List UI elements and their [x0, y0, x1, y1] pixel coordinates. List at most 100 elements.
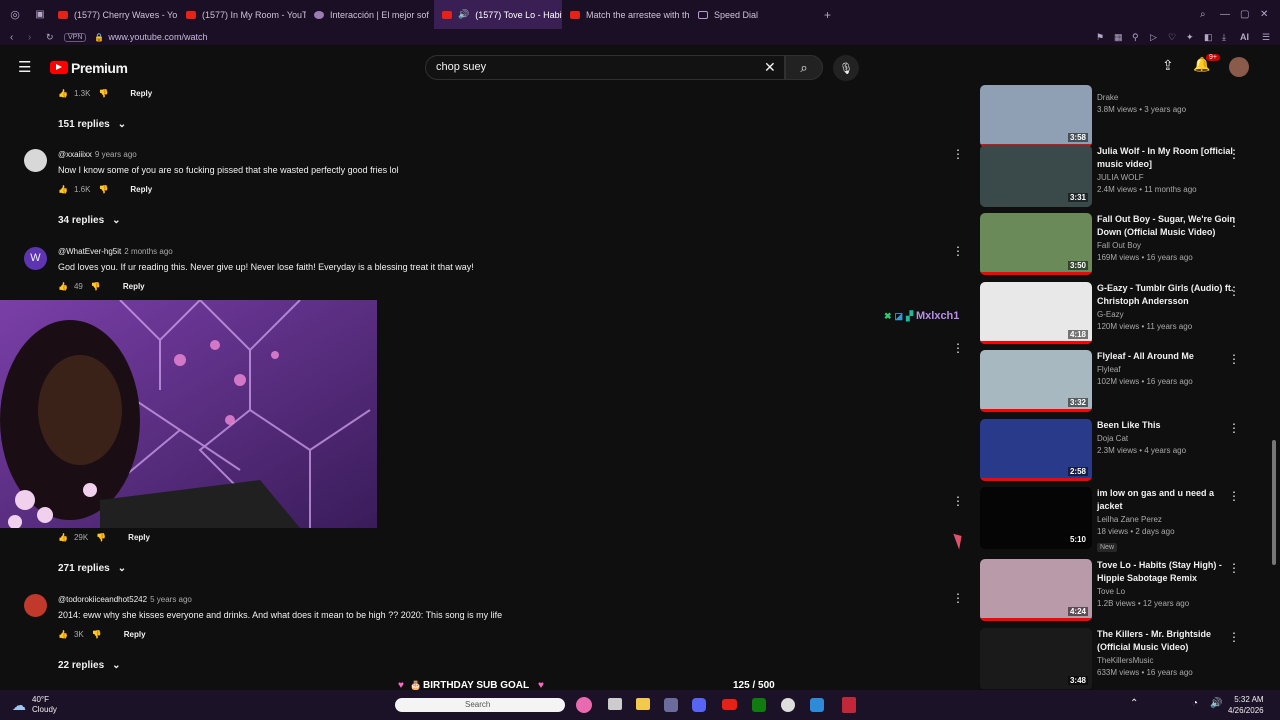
- related-video-item[interactable]: 4:18 G-Eazy - Tumblr Girls (Audio) ft. C…: [980, 282, 1270, 348]
- bookmark-icon[interactable]: ⚑: [1096, 32, 1114, 43]
- app-icon[interactable]: [664, 698, 678, 712]
- video-more-icon[interactable]: ⋮: [1228, 561, 1240, 575]
- back-icon[interactable]: ‹: [10, 32, 28, 43]
- vpn-badge[interactable]: VPN: [64, 32, 87, 42]
- browser-app-icon[interactable]: [576, 697, 592, 713]
- related-video-item[interactable]: 2:58 Been Like This Doja Cat 2.3M views • …: [980, 419, 1270, 485]
- video-more-icon[interactable]: ⋮: [1228, 489, 1240, 503]
- related-video-item[interactable]: 3:50 Fall Out Boy - Sugar, We're Goin Do…: [980, 213, 1270, 279]
- view-replies-button[interactable]: 22 replies ⌄: [58, 660, 121, 671]
- network-icon[interactable]: ◔: [1192, 698, 1198, 709]
- video-thumbnail[interactable]: 3:50: [980, 213, 1092, 275]
- page-scrollbar[interactable]: [1272, 440, 1276, 565]
- browser-menu-icon[interactable]: ◎: [0, 8, 30, 21]
- clock[interactable]: 5:32 AM 4/26/2026: [1228, 694, 1264, 716]
- video-title[interactable]: G-Eazy - Tumblr Girls (Audio) ft. Christ…: [1097, 282, 1235, 308]
- search-input[interactable]: chop suey: [425, 55, 785, 80]
- minimize-icon[interactable]: —: [1220, 9, 1240, 20]
- video-thumbnail[interactable]: 3:31: [980, 145, 1092, 207]
- weather-widget[interactable]: 40°F Cloudy: [32, 695, 57, 715]
- video-thumbnail[interactable]: 2:58: [980, 419, 1092, 481]
- video-thumbnail[interactable]: 4:24: [980, 559, 1092, 621]
- video-more-icon[interactable]: ⋮: [1228, 352, 1240, 366]
- view-replies-button[interactable]: 151 replies ⌄: [58, 119, 126, 130]
- video-more-icon[interactable]: ⋮: [1228, 147, 1240, 161]
- reload-icon[interactable]: ↻: [46, 32, 64, 43]
- video-more-icon[interactable]: ⋮: [1228, 630, 1240, 644]
- app-icon[interactable]: [842, 697, 856, 713]
- dislike-icon[interactable]: 👎: [96, 533, 106, 542]
- comment-time[interactable]: 5 years ago: [150, 595, 192, 604]
- reply-button[interactable]: Reply: [128, 533, 150, 542]
- search-tabs-icon[interactable]: ⌕: [1200, 9, 1220, 20]
- url-field[interactable]: www.youtube.com/watch: [108, 32, 207, 42]
- steam-icon[interactable]: [781, 698, 795, 712]
- video-thumbnail[interactable]: 5:10: [980, 487, 1092, 549]
- comment-more-icon[interactable]: ⋮: [952, 341, 964, 355]
- video-more-icon[interactable]: ⋮: [1228, 421, 1240, 435]
- play-icon[interactable]: ▷: [1150, 32, 1168, 43]
- reply-button[interactable]: Reply: [124, 630, 146, 639]
- file-explorer-icon[interactable]: [636, 698, 650, 710]
- like-icon[interactable]: 👍: [58, 185, 68, 194]
- capture-icon[interactable]: ▦: [1114, 32, 1132, 43]
- dislike-icon[interactable]: 👎: [91, 282, 101, 291]
- taskbar-search[interactable]: Search: [395, 698, 565, 712]
- like-icon[interactable]: 👍: [58, 89, 68, 98]
- discord-icon[interactable]: [692, 698, 706, 712]
- volume-icon[interactable]: 🔊: [1210, 698, 1222, 709]
- reply-button[interactable]: Reply: [130, 185, 152, 194]
- related-video-item[interactable]: 3:31 Julia Wolf - In My Room [official m…: [980, 145, 1270, 211]
- avatar[interactable]: [1229, 57, 1249, 77]
- heart-icon[interactable]: ♡: [1168, 32, 1186, 43]
- profile-icon[interactable]: ◧: [1204, 32, 1222, 43]
- reply-button[interactable]: Reply: [130, 89, 152, 98]
- close-window-icon[interactable]: ✕: [1260, 9, 1280, 20]
- video-channel[interactable]: Fall Out Boy: [1097, 241, 1235, 250]
- maximize-icon[interactable]: ▢: [1240, 9, 1260, 20]
- forward-icon[interactable]: ›: [28, 32, 46, 43]
- comment-time[interactable]: 2 months ago: [124, 247, 172, 256]
- comment-author[interactable]: @WhatEver-hg5it: [58, 247, 121, 256]
- comment-more-icon[interactable]: ⋮: [952, 147, 964, 161]
- dislike-icon[interactable]: 👎: [98, 89, 108, 98]
- xbox-icon[interactable]: [752, 698, 766, 712]
- avatar[interactable]: [24, 594, 47, 617]
- video-more-icon[interactable]: ⋮: [1228, 284, 1240, 298]
- app-icon[interactable]: [810, 698, 824, 712]
- video-thumbnail[interactable]: 3:58: [980, 85, 1092, 147]
- video-channel[interactable]: JULIA WOLF: [1097, 173, 1235, 182]
- download-icon[interactable]: ⤓: [1222, 32, 1240, 43]
- weather-icon[interactable]: ☁: [12, 697, 26, 714]
- tab-cherry-waves[interactable]: (1577) Cherry Waves - Yo: [50, 0, 178, 29]
- comment-author[interactable]: @todorokiiceandhot5242: [58, 595, 147, 604]
- related-video-item[interactable]: 4:24 Tove Lo - Habits (Stay High) - Hipp…: [980, 559, 1270, 625]
- video-title[interactable]: im low on gas and u need a jacket: [1097, 487, 1235, 513]
- comment-author[interactable]: @xxaiiixx: [58, 150, 92, 159]
- video-more-icon[interactable]: ⋮: [1228, 215, 1240, 229]
- video-channel[interactable]: Doja Cat: [1097, 434, 1235, 443]
- ai-button[interactable]: AI: [1240, 32, 1262, 42]
- upload-icon[interactable]: ⇪: [1162, 57, 1174, 74]
- youtube-app-icon[interactable]: [722, 699, 737, 710]
- like-icon[interactable]: 👍: [58, 533, 68, 542]
- video-channel[interactable]: Flyleaf: [1097, 365, 1235, 374]
- search-button[interactable]: ⌕: [785, 55, 823, 80]
- video-channel[interactable]: Tove Lo: [1097, 587, 1235, 596]
- related-video-item[interactable]: 3:58 Drake 3.8M views • 3 years ago: [980, 85, 1270, 151]
- dislike-icon[interactable]: 👎: [98, 185, 108, 194]
- comment-more-icon[interactable]: ⋮: [952, 494, 964, 508]
- video-title[interactable]: Flyleaf - All Around Me: [1097, 350, 1235, 363]
- clear-search-icon[interactable]: ✕: [764, 59, 776, 76]
- dislike-icon[interactable]: 👎: [92, 630, 102, 639]
- chevron-up-icon[interactable]: ⌃: [1130, 698, 1138, 709]
- settings-icon[interactable]: ☰: [1262, 32, 1280, 43]
- video-thumbnail[interactable]: 3:32: [980, 350, 1092, 412]
- related-video-item[interactable]: 3:48 The Killers - Mr. Brightside (Offic…: [980, 628, 1270, 689]
- comment-more-icon[interactable]: ⋮: [952, 244, 964, 258]
- view-replies-button[interactable]: 271 replies ⌄: [58, 563, 126, 574]
- tab-interaccion[interactable]: Interacción | El mejor sof: [306, 0, 434, 29]
- new-tab-button[interactable]: +: [824, 8, 831, 22]
- video-thumbnail[interactable]: 4:18: [980, 282, 1092, 344]
- video-title[interactable]: Been Like This: [1097, 419, 1235, 432]
